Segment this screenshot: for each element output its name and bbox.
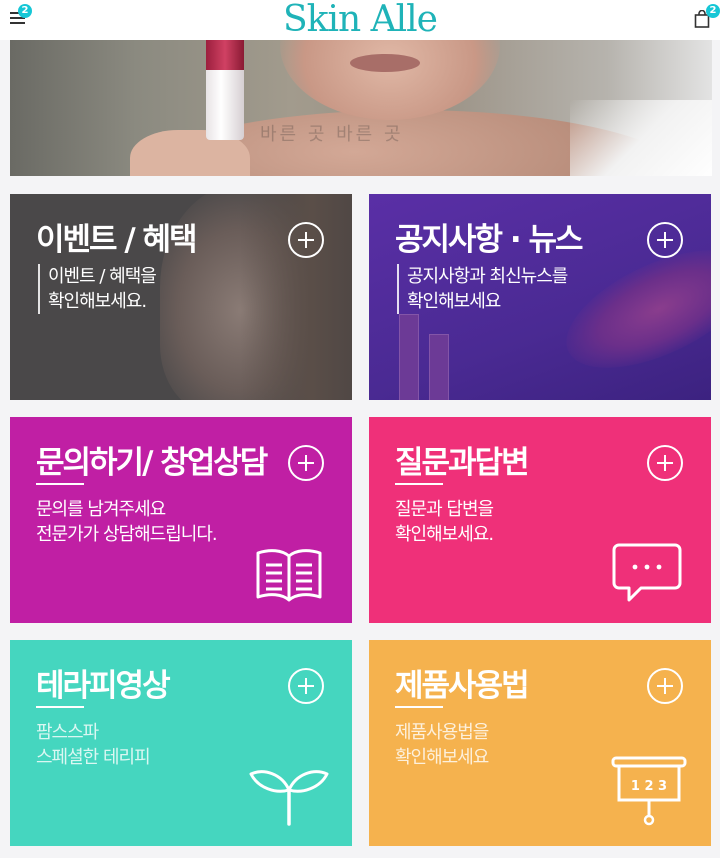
hero-model-face xyxy=(280,40,500,120)
tile-desc-line: 확인해보세요 xyxy=(407,291,501,312)
tile-title: 테라피영상 xyxy=(36,668,171,704)
tile-title: 문의하기/ 창업상담 xyxy=(36,445,268,481)
cart-badge: 2 xyxy=(706,4,720,18)
tile-description: 이벤트 / 혜택을 확인해보세요. xyxy=(38,264,157,314)
open-book-icon xyxy=(256,549,322,602)
tile-title: 이벤트 / 혜택 xyxy=(36,222,198,258)
tile-desc-line: 전문가가 상담해드립니다. xyxy=(36,524,218,545)
tile-desc-line: 확인해보세요. xyxy=(48,291,147,312)
title-underline xyxy=(36,706,84,708)
tile-desc-line: 팜스스파 xyxy=(36,722,99,743)
plus-circle-icon[interactable] xyxy=(288,668,324,704)
hero-model-lips xyxy=(350,54,420,72)
tile-therapy-video[interactable]: 테라피영상 팜스스파 스페셜한 테리피 xyxy=(10,640,352,846)
sprout-icon xyxy=(249,770,329,826)
tile-description: 질문과 답변을 확인해보세요. xyxy=(395,497,494,547)
news-lipstick-2 xyxy=(429,334,449,400)
tile-title: 공지사항 · 뉴스 xyxy=(395,222,583,258)
hero-watermark: 바른 곳 바른 곳 xyxy=(260,124,404,145)
tile-desc-line: 확인해보세요 xyxy=(395,747,489,768)
tile-description: 팜스스파 스페셜한 테리피 xyxy=(36,720,151,770)
tile-title: 제품사용법 xyxy=(395,668,530,704)
board-numbers: 1 2 3 xyxy=(631,779,667,794)
hero-garment xyxy=(570,100,712,176)
tile-description: 공지사항과 최신뉴스를 확인해보세요 xyxy=(397,264,568,314)
plus-circle-icon[interactable] xyxy=(647,668,683,704)
news-lipstick-1 xyxy=(399,314,419,400)
hero-banner[interactable]: 바른 곳 바른 곳 xyxy=(10,40,712,176)
plus-circle-icon[interactable] xyxy=(288,222,324,258)
title-underline xyxy=(395,483,443,485)
hero-product-cap xyxy=(206,40,244,70)
presentation-board-icon: 1 2 3 xyxy=(611,756,687,826)
tile-event-benefits[interactable]: 이벤트 / 혜택 이벤트 / 혜택을 확인해보세요. xyxy=(10,194,352,400)
plus-circle-icon[interactable] xyxy=(647,445,683,481)
tile-description: 제품사용법을 확인해보세요 xyxy=(395,720,489,770)
plus-circle-icon[interactable] xyxy=(647,222,683,258)
tile-desc-line: 이벤트 / 혜택을 xyxy=(48,266,157,287)
tile-question-answer[interactable]: 질문과답변 질문과 답변을 확인해보세요. xyxy=(369,417,711,623)
tile-desc-line: 확인해보세요. xyxy=(395,524,494,545)
tile-notice-news[interactable]: 공지사항 · 뉴스 공지사항과 최신뉴스를 확인해보세요 xyxy=(369,194,711,400)
tile-desc-line: 공지사항과 최신뉴스를 xyxy=(407,266,568,287)
tile-desc-line: 문의를 남겨주세요 xyxy=(36,499,166,520)
plus-circle-icon[interactable] xyxy=(288,445,324,481)
tile-description: 문의를 남겨주세요 전문가가 상담해드립니다. xyxy=(36,497,218,547)
top-header: 2 Skin Alle 2 xyxy=(0,0,720,40)
tile-desc-line: 질문과 답변을 xyxy=(395,499,494,520)
title-underline xyxy=(395,706,443,708)
tile-desc-line: 제품사용법을 xyxy=(395,722,489,743)
chat-bubble-icon xyxy=(612,543,682,602)
title-underline xyxy=(36,483,84,485)
site-logo[interactable]: Skin Alle xyxy=(0,0,720,42)
tile-title: 질문과답변 xyxy=(395,445,530,481)
tile-product-usage[interactable]: 제품사용법 제품사용법을 확인해보세요 1 2 3 xyxy=(369,640,711,846)
tile-desc-line: 스페셜한 테리피 xyxy=(36,747,151,768)
tile-inquiry-consult[interactable]: 문의하기/ 창업상담 문의를 남겨주세요 전문가가 상담해드립니다. xyxy=(10,417,352,623)
